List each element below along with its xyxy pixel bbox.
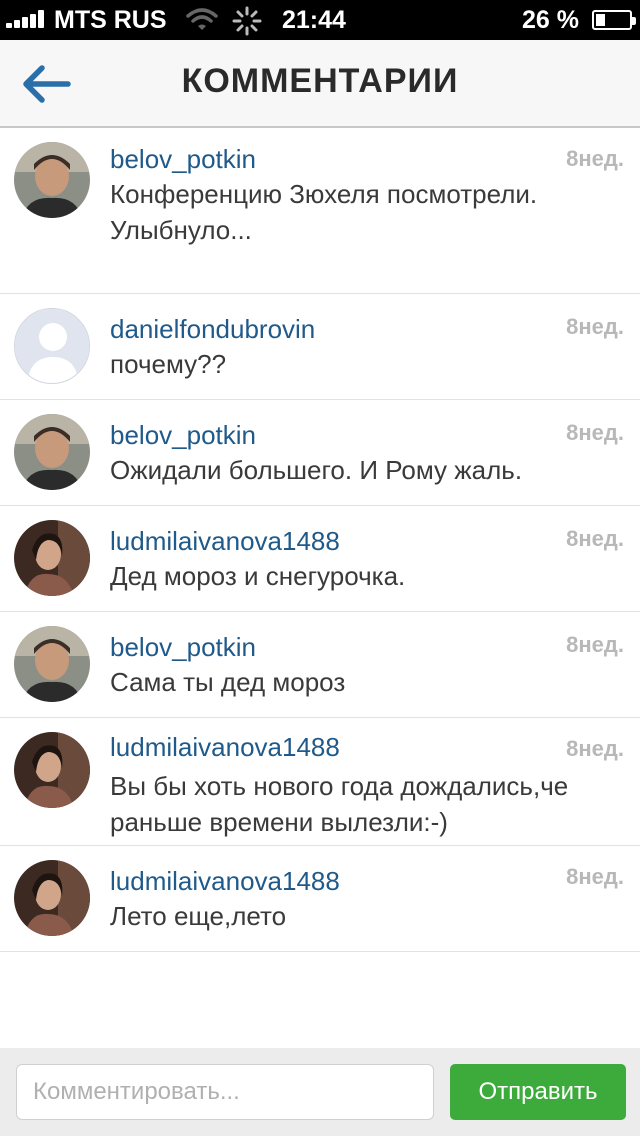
comment-item: ludmilaivanova1488 8нед. Дед мороз и сне… [0, 506, 640, 612]
avatar[interactable] [14, 308, 90, 384]
comment-composer: Отправить [0, 1048, 640, 1136]
user-photo-icon [14, 520, 90, 596]
comment-text: Ожидали большего. И Рому жаль. [110, 455, 523, 485]
avatar[interactable] [14, 860, 90, 936]
page-title: КОММЕНТАРИИ [181, 62, 459, 100]
clock-time: 21:44 [282, 6, 346, 34]
comment-text: Дед мороз и снегурочка. [110, 561, 406, 591]
comment-username[interactable]: ludmilaivanova1488 [110, 866, 340, 897]
comment-text: почему?? [110, 349, 227, 379]
comment-time: 8нед. [566, 146, 624, 171]
send-button[interactable]: Отправить [450, 1064, 626, 1120]
wifi-icon [186, 8, 218, 30]
battery-icon [592, 10, 636, 30]
comment-time: 8нед. [566, 736, 624, 761]
comment-username[interactable]: belov_potkin [110, 632, 256, 663]
user-photo-icon [14, 414, 90, 490]
comment-time: 8нед. [566, 526, 624, 551]
comment-time: 8нед. [566, 864, 624, 889]
comment-item: belov_potkin 8нед. Сама ты дед мороз [0, 612, 640, 718]
battery-percent: 26 % [522, 6, 579, 34]
comments-list: belov_potkin 8нед. Конференцию Зюхеля по… [0, 130, 640, 952]
avatar[interactable] [14, 142, 90, 218]
comment-username[interactable]: ludmilaivanova1488 [110, 732, 340, 763]
comment-item: ludmilaivanova1488 8нед. Лето еще,лето [0, 846, 640, 952]
status-bar: MTS RUS 21:44 26 % [0, 0, 640, 40]
comment-username[interactable]: ludmilaivanova1488 [110, 526, 340, 557]
comment-item: belov_potkin 8нед. Конференцию Зюхеля по… [0, 130, 640, 294]
avatar[interactable] [14, 414, 90, 490]
comment-username[interactable]: belov_potkin [110, 420, 256, 451]
user-photo-icon [14, 142, 90, 218]
comment-item: ludmilaivanova1488 8нед. Вы бы хоть ново… [0, 718, 640, 846]
avatar[interactable] [14, 626, 90, 702]
comment-text: Лето еще,лето [110, 901, 287, 931]
avatar[interactable] [14, 520, 90, 596]
comment-username[interactable]: belov_potkin [110, 144, 256, 175]
comment-username[interactable]: danielfondubrovin [110, 314, 315, 345]
comment-item: danielfondubrovin 8нед. почему?? [0, 294, 640, 400]
default-avatar-icon [15, 309, 89, 383]
activity-spinner-icon [232, 6, 262, 36]
comment-time: 8нед. [566, 314, 624, 339]
user-photo-icon [14, 626, 90, 702]
avatar[interactable] [14, 732, 90, 808]
comment-text: Сама ты дед мороз [110, 667, 346, 697]
nav-bar: КОММЕНТАРИИ [0, 40, 640, 128]
comment-text: Вы бы хоть нового года дождались,че рань… [110, 771, 569, 837]
signal-strength-icon [6, 10, 48, 28]
comment-text: Конференцию Зюхеля посмотрели. Улыбнуло.… [110, 179, 538, 245]
comment-time: 8нед. [566, 420, 624, 445]
user-photo-icon [14, 860, 90, 936]
comment-time: 8нед. [566, 632, 624, 657]
carrier-name: MTS RUS [54, 6, 167, 34]
comment-input[interactable] [16, 1064, 434, 1120]
user-photo-icon [14, 732, 90, 808]
comment-item: belov_potkin 8нед. Ожидали большего. И Р… [0, 400, 640, 506]
